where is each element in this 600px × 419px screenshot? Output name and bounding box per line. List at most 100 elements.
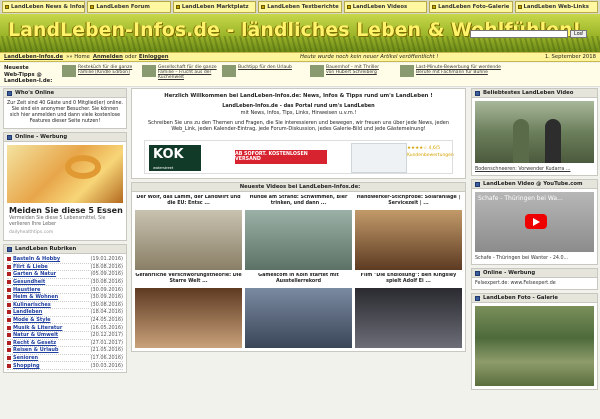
ad-icon <box>7 134 12 140</box>
nav-square-icon <box>261 5 266 9</box>
video-thumbnail[interactable] <box>135 210 242 271</box>
ad-phone-image <box>351 143 407 174</box>
breadcrumb-or: oder <box>124 54 137 60</box>
person-figure <box>513 119 529 163</box>
nav-tab-marktplatz[interactable]: LandLeben Marktplatz <box>172 1 257 13</box>
gallery-photo[interactable] <box>475 306 594 386</box>
popular-video-caption[interactable]: Bodenschneeren: Vorwender Kudarra ... <box>472 166 597 175</box>
video-card[interactable]: Gamescom in Köln startet mit Ausstellerr… <box>245 273 352 349</box>
play-icon[interactable] <box>525 214 547 229</box>
bullet-icon <box>7 287 11 292</box>
video-card[interactable]: Film "Die Endlösung": Ben Kingsley spiel… <box>355 273 462 349</box>
popular-video-thumbnail[interactable] <box>475 101 594 163</box>
category-item[interactable]: Flirt & Liebe (18.08.2016) <box>7 264 123 272</box>
video-card[interactable]: Hunde am Strand: Schwimmen, Bier trinken… <box>245 195 352 271</box>
ad-icon <box>475 270 480 276</box>
ad-cta-button[interactable]: AB SOFORT. KOSTENLOSEN VERSAND <box>235 150 327 165</box>
ad-content[interactable]: Meiden Sie diese 5 Essen Vermeiden Sie d… <box>4 142 126 240</box>
youtube-video-title: Schafe - Thüringen bei Wa... <box>478 195 563 202</box>
ad-headline[interactable]: Meiden Sie diese 5 Essen <box>7 203 123 216</box>
category-item[interactable]: Senioren (17.06.2016) <box>7 355 123 363</box>
main-column: Herzlich Willkommen bei LandLeben-Infos.… <box>131 88 466 355</box>
list-icon <box>7 246 12 252</box>
nav-tab-forum[interactable]: LandLeben Forum <box>87 1 171 13</box>
box-header: Neueste Videos bei LandLeben-Infos.de: <box>132 183 465 193</box>
ad-url[interactable]: dailyhealthtips.com <box>7 228 123 237</box>
category-item[interactable]: Reisen & Urlaub (21.05.2016) <box>7 347 123 355</box>
current-date: 1. September 2018 <box>544 54 596 60</box>
nav-tab-testberichte[interactable]: LandLeben Testberichte <box>258 1 342 13</box>
login-link[interactable]: Einloggen <box>139 54 169 60</box>
video-card[interactable]: Der Wolf, das Lamm, der Landwirt und die… <box>135 195 242 271</box>
video-thumbnail[interactable] <box>355 288 462 349</box>
welcome-title: Herzlich Willkommen bei LandLeben-Infos.… <box>164 93 433 99</box>
videos-box: Neueste Videos bei LandLeben-Infos.de: D… <box>131 182 466 353</box>
nav-tab-foto-galerie[interactable]: LandLeben Foto-Galerie <box>429 1 513 13</box>
nav-tab-news[interactable]: LandLeben News & Infos <box>2 1 86 13</box>
video-card[interactable]: Gefährliche Verschwörungstheorie: Die St… <box>135 273 242 349</box>
bullet-icon <box>7 257 11 262</box>
web-tip-item[interactable]: Gesellschaft für die ganze Familie – Fru… <box>142 65 218 83</box>
whos-online-box: Who's Online Zur Zeit sind 40 Gäste und … <box>3 88 127 129</box>
search-input[interactable] <box>470 30 568 38</box>
video-grid: Der Wolf, das Lamm, der Landwirt und die… <box>132 192 465 351</box>
video-card[interactable]: Handwerker-Stichprobe: Solaranlage | Ser… <box>355 195 462 271</box>
right-ad-text[interactable]: Felsexpert.de: www.Felsexpert.de <box>472 278 597 289</box>
video-thumbnail[interactable] <box>245 210 352 271</box>
category-item[interactable]: Recht & Gesetz (27.01.2017) <box>7 340 123 348</box>
bullet-icon <box>7 356 11 361</box>
nav-square-icon <box>175 5 180 9</box>
breadcrumb-site-link[interactable]: LandLeben-Infos.de <box>4 54 63 60</box>
category-list: Basteln & Hobby (19.01.2016) Flirt & Lieb… <box>4 254 126 372</box>
web-tip-item[interactable]: Last-Minute-Bewerbung für werdende Beruf… <box>400 65 510 83</box>
youtube-caption[interactable]: Schafe - Thüringen bei Wanter - 24.0... <box>472 255 597 264</box>
category-item[interactable]: Haustiere (30.09.2016) <box>7 286 123 294</box>
nav-tab-videos[interactable]: LandLeben Videos <box>343 1 428 13</box>
categories-box: LandLeben Rubriken Basteln & Hobby (19.01… <box>3 244 127 373</box>
person-figure <box>545 119 561 163</box>
video-icon <box>475 90 480 96</box>
site-banner: LandLeben-Infos.de - ländliches Leben & … <box>0 14 600 52</box>
nav-square-icon <box>517 5 522 9</box>
video-thumbnail[interactable] <box>355 210 462 271</box>
top-navigation: LandLeben News & Infos LandLeben Forum L… <box>0 0 600 14</box>
category-item[interactable]: Shopping (30.03.2016) <box>7 362 123 370</box>
bullet-icon <box>7 280 11 285</box>
left-column: Who's Online Zur Zeit sind 40 Gäste und … <box>3 88 127 376</box>
video-thumbnail[interactable] <box>245 288 352 349</box>
category-item[interactable]: Kulinarisches (30.08.2016) <box>7 302 123 310</box>
web-tip-item[interactable]: Bauernhof – mit Thriller von Hubert Schr… <box>310 65 386 83</box>
nav-square-icon <box>432 5 437 9</box>
web-tip-thumbnail <box>62 65 76 77</box>
kok-banner-ad[interactable]: KOK waterstreet AB SOFORT. KOSTENLOSEN VE… <box>144 140 454 175</box>
category-item[interactable]: Heim & Wohnen (30.09.2016) <box>7 294 123 302</box>
newest-web-tips: Neueste Web-Tipps @ LandLeben-I.de: Rest… <box>0 63 600 87</box>
web-tip-thumbnail <box>310 65 324 77</box>
category-item[interactable]: Musik & Literatur (16.05.2016) <box>7 324 123 332</box>
category-item[interactable]: Garten & Natur (05.09.2016) <box>7 271 123 279</box>
nav-square-icon <box>5 5 9 9</box>
box-header: Online - Werbung <box>4 133 126 142</box>
bullet-icon <box>7 272 11 277</box>
box-header: Beliebtestes LandLeben Video <box>472 89 597 98</box>
welcome-line: mit News, Infos, Tips, Links, Hinweisen … <box>240 109 357 116</box>
category-item[interactable]: Gesundheit (30.08.2016) <box>7 279 123 287</box>
video-thumbnail[interactable] <box>135 288 242 349</box>
youtube-player[interactable]: Schafe - Thüringen bei Wa... <box>475 192 594 252</box>
web-tip-item[interactable]: Resteküch für die ganze Familie [Kindle … <box>62 65 138 83</box>
users-icon <box>7 90 12 96</box>
category-item[interactable]: Mode & Style (24.05.2016) <box>7 317 123 325</box>
ad-rating: ★★★★☆ 4,6/5 Kundenbewertungen <box>407 146 454 159</box>
daily-info-text: Heute wurde noch kein neuer Artikel verö… <box>300 54 439 60</box>
web-tip-item[interactable]: Buchtipp für den Urlaub <box>222 65 298 83</box>
right-ad-box: Online - Werbung Felsexpert.de: www.Fels… <box>471 268 598 290</box>
category-item[interactable]: Landleben (18.04.2016) <box>7 309 123 317</box>
category-item[interactable]: Natur & Umwelt (20.12.2017) <box>7 332 123 340</box>
nav-tab-web-links[interactable]: LandLeben Web-Links <box>514 1 598 13</box>
search-button[interactable]: Los! <box>570 30 588 38</box>
bullet-icon <box>7 340 11 345</box>
ad-image[interactable] <box>7 145 123 203</box>
category-item[interactable]: Basteln & Hobby (19.01.2016) <box>7 256 123 264</box>
login-register-link[interactable]: Anmelden <box>93 54 123 60</box>
bullet-icon <box>7 318 11 323</box>
